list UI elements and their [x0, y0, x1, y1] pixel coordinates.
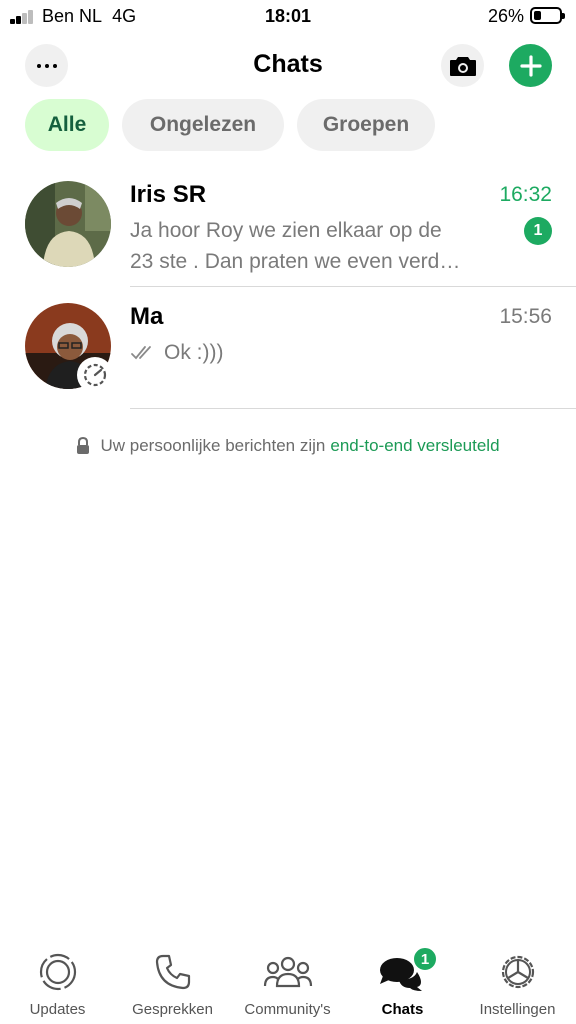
filter-chips: Alle Ongelezen Groepen: [25, 99, 448, 151]
new-chat-button[interactable]: [509, 44, 552, 87]
chat-time: 15:56: [499, 305, 552, 328]
tab-label: Gesprekken: [132, 1001, 213, 1018]
community-icon: [263, 956, 312, 988]
encryption-notice-text: Uw persoonlijke berichten zijn: [100, 436, 326, 455]
status-update-badge: [77, 357, 113, 393]
chat-name: Ma: [130, 303, 164, 330]
tab-label: Community's: [244, 1001, 331, 1018]
chat-row-iris-sr[interactable]: Iris SR 16:32 Ja hoor Roy we zien elkaar…: [0, 181, 576, 303]
chat-row-ma[interactable]: Ma 15:56 Ok :))): [0, 303, 576, 425]
camera-button[interactable]: [441, 44, 484, 87]
tab-bar: Updates Gesprekken Community's 1 Chats I…: [0, 940, 576, 1024]
chat-time: 16:32: [499, 183, 552, 206]
message-preview-text: Ok :))): [164, 341, 224, 364]
tab-label: Updates: [29, 1001, 86, 1018]
battery-icon: [530, 7, 565, 24]
message-preview: Ja hoor Roy we zien elkaar op de 23 ste …: [130, 215, 500, 277]
updates-icon: [39, 953, 76, 991]
message-preview-line-1: Ja hoor Roy we zien elkaar op de: [130, 219, 442, 242]
tab-chats[interactable]: 1 Chats: [345, 940, 460, 1024]
unread-badge: 1: [524, 217, 552, 245]
status-bar: Ben NL 4G 18:01 26%: [0, 0, 576, 34]
plus-icon: [519, 54, 542, 77]
camera-icon: [449, 56, 476, 76]
filter-unread[interactable]: Ongelezen: [122, 99, 284, 151]
tab-communities[interactable]: Community's: [230, 940, 345, 1024]
divider: [130, 408, 576, 409]
encryption-notice: Uw persoonlijke berichten zijn end-to-en…: [0, 436, 576, 456]
encryption-link[interactable]: end-to-end versleuteld: [330, 436, 499, 456]
avatar: [25, 181, 111, 267]
page-title: Chats: [253, 50, 323, 78]
tab-updates[interactable]: Updates: [0, 940, 115, 1024]
chats-unread-badge: 1: [412, 946, 438, 972]
filter-groups[interactable]: Groepen: [297, 99, 435, 151]
chat-name: Iris SR: [130, 181, 207, 208]
message-preview-line-2: 23 ste . Dan praten we even verd…: [130, 250, 461, 273]
status-timer-icon: [83, 363, 107, 387]
battery-percentage: 26%: [487, 6, 524, 26]
tab-label: Instellingen: [479, 1001, 556, 1018]
settings-icon: [501, 955, 534, 989]
filter-all[interactable]: Alle: [25, 99, 109, 151]
tab-label: Chats: [381, 1001, 424, 1018]
double-check-icon: [131, 345, 151, 359]
lock-icon: [77, 437, 90, 454]
tab-calls[interactable]: Gesprekken: [115, 940, 230, 1024]
message-preview: Ok :))): [130, 337, 500, 368]
header: Chats: [0, 42, 576, 88]
tab-settings[interactable]: Instellingen: [460, 940, 575, 1024]
phone-icon: [155, 954, 190, 990]
divider: [130, 286, 576, 287]
